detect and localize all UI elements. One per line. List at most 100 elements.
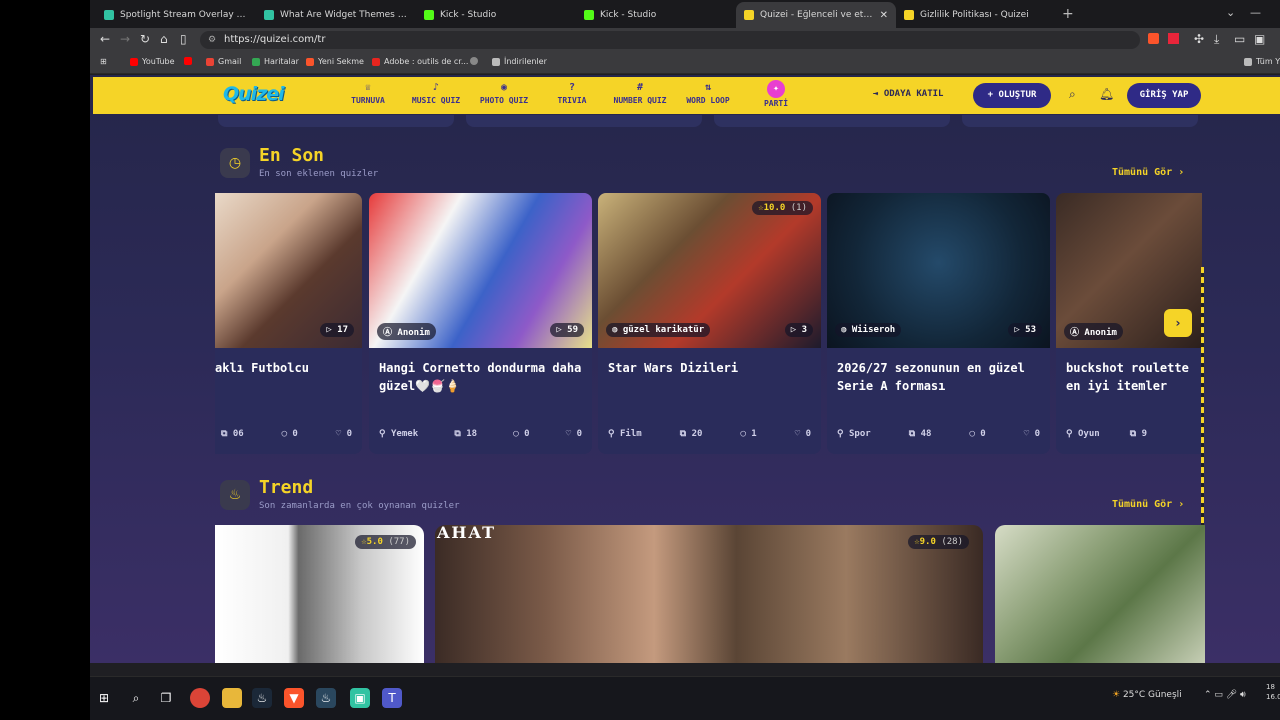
comments-stat: ◯ 0 (969, 429, 985, 439)
task-view-icon[interactable]: ❐ (156, 688, 176, 708)
minimize-icon[interactable]: — (1250, 6, 1261, 19)
file-explorer-icon[interactable] (222, 688, 242, 708)
author-badge[interactable]: ◍ güzel karikatür (606, 323, 711, 337)
bookmark-new-tab[interactable]: Yeni Sekme (306, 57, 364, 66)
nav-trivia[interactable]: ? TRIVIA (537, 82, 607, 105)
tab-4-active[interactable]: Quizei - Eğlenceli ve etkileşimli q ✕ (736, 2, 896, 28)
carousel-next-button[interactable]: › (1164, 309, 1192, 337)
nav-number-quiz[interactable]: # NUMBER QUIZ (605, 82, 675, 105)
bookmark-adobe[interactable]: Adobe : outils de cr... (372, 57, 468, 66)
nav-music-quiz[interactable]: ♪ MUSIC QUIZ (401, 82, 471, 105)
trend-see-all-link[interactable]: Tümünü Gör › (1112, 499, 1184, 510)
trend-card[interactable] (995, 525, 1205, 663)
nav-word-loop[interactable]: ⇅ WORD LOOP (673, 82, 743, 105)
quiz-card-title: 2026/27 sezonunun en güzel Serie A forma… (837, 361, 1025, 393)
category-label: Yemek (391, 429, 419, 439)
steam-app-icon[interactable]: ♨ (316, 688, 336, 708)
likes-count: 0 (805, 429, 811, 439)
bookmark-maps[interactable]: Haritalar (252, 57, 299, 66)
streamlabs-icon[interactable]: ▣ (350, 688, 370, 708)
plays-badge: ▷ 17 (320, 323, 354, 337)
tab-0[interactable]: Spotlight Stream Overlay | Streamlab (96, 2, 256, 28)
bell-icon[interactable]: 🔔︎ (1099, 87, 1114, 101)
nav-turnuva[interactable]: ♕ TURNUVA (333, 82, 403, 105)
close-tab-icon[interactable]: ✕ (880, 10, 888, 21)
join-room-button[interactable]: ⇥ ODAYA KATIL (873, 89, 943, 99)
questions-icon: ⧉ (908, 429, 921, 439)
trend-card[interactable]: AHAT ☆9.0 (28) (435, 525, 983, 663)
forward-icon[interactable]: → (120, 32, 130, 46)
search-icon[interactable]: ⌕ (1069, 87, 1076, 102)
author-badge[interactable]: Ⓐ Anonim (1064, 323, 1123, 340)
back-icon[interactable]: ← (100, 32, 110, 46)
bookmark-downloads[interactable]: İndirilenler (492, 57, 547, 66)
heart-icon: ♡ (565, 429, 577, 439)
tab-title: Gizlilik Politikası - Quizei (920, 10, 1029, 20)
tab-5[interactable]: Gizlilik Politikası - Quizei (896, 2, 1056, 28)
site-info-icon[interactable]: ⚙ (208, 31, 216, 49)
brave-icon[interactable]: ▼ (284, 688, 304, 708)
comment-icon: ◯ (513, 429, 525, 439)
teams-icon[interactable]: T (382, 688, 402, 708)
extensions-icon[interactable]: ✣ (1194, 32, 1204, 46)
questions-stat: ⧉ 9 (1130, 429, 1147, 439)
brave-shield-icon[interactable] (1148, 33, 1159, 44)
heart-icon: ♡ (335, 429, 347, 439)
tag-icon: ⚲ (1066, 429, 1079, 439)
questions-icon: ⧉ (679, 429, 692, 439)
home-icon[interactable]: ⌂ (160, 32, 168, 46)
chevron-down-icon[interactable]: ⌄ (1226, 6, 1235, 19)
trend-section-title: Trend (259, 477, 314, 498)
sidebar-icon[interactable]: ▭ (1234, 32, 1245, 46)
download-icon[interactable]: ⤓ (1214, 32, 1219, 47)
trend-card[interactable]: ☆5.0 (77) (215, 525, 424, 663)
create-button[interactable]: + OLUŞTUR (973, 83, 1051, 108)
rating-value: 5.0 (366, 537, 383, 547)
clock[interactable]: 18 16.0 (1266, 682, 1280, 702)
brave-rewards-icon[interactable] (1168, 33, 1179, 44)
tab-3[interactable]: Kick - Studio (576, 2, 736, 28)
reload-icon[interactable]: ↻ (140, 32, 150, 46)
heart-icon: ♡ (1023, 429, 1035, 439)
quiz-card[interactable]: Ⓐ Anonim ▷ 59 Hangi Cornetto dondurma da… (369, 193, 592, 454)
quiz-card[interactable]: ▷ 17 aklı Futbolcu ⧉ 06 ◯ 0 ♡ 0 (215, 193, 362, 454)
latest-see-all-link[interactable]: Tümünü Gör › (1112, 167, 1184, 178)
avatar-icon: Ⓐ (383, 328, 398, 338)
join-label: ODAYA KATIL (883, 89, 944, 99)
bookmark-icon[interactable]: ▯ (180, 32, 187, 46)
author-badge[interactable]: ◍ Wiiseroh (835, 323, 902, 337)
tab-2[interactable]: Kick - Studio (416, 2, 576, 28)
url-field[interactable]: ⚙ https://quizei.com/tr (200, 31, 1140, 49)
search-icon[interactable]: ⌕ (126, 688, 146, 708)
system-tray-icons[interactable]: ⌃ ▭ 🎤︎ 🔊︎ (1204, 690, 1246, 700)
bookmark-youtube[interactable]: YouTube (130, 57, 175, 66)
nav-photo-quiz[interactable]: ◉ PHOTO QUIZ (469, 82, 539, 105)
author-badge[interactable]: Ⓐ Anonim (377, 323, 436, 340)
wallet-icon[interactable]: ▣ (1254, 32, 1265, 46)
apps-icon[interactable]: ⊞ (100, 57, 107, 66)
bookmark-globe[interactable] (470, 57, 482, 65)
steam-icon[interactable]: ♨ (252, 688, 272, 708)
quiz-card[interactable]: ◍ Wiiseroh ▷ 53 2026/27 sezonunun en güz… (827, 193, 1050, 454)
windows-start-icon[interactable]: ⊞ (94, 688, 114, 708)
chrome-icon[interactable] (190, 688, 210, 708)
hash-icon: # (636, 82, 644, 93)
music-icon: ♪ (432, 82, 440, 93)
quiz-card-title: aklı Futbolcu (215, 361, 309, 375)
tab-bar: Spotlight Stream Overlay | Streamlab Wha… (90, 0, 1280, 28)
nav-label: TURNUVA (351, 96, 385, 105)
bookmark-gmail[interactable]: Gmail (206, 57, 241, 66)
category-label: Spor (849, 429, 871, 439)
clock-time: 18 (1266, 683, 1275, 691)
weather-widget[interactable]: ☀ 25°C Güneşli (1112, 690, 1182, 700)
bookmark-youtube-2[interactable] (184, 57, 196, 65)
quiz-card[interactable]: ☆10.0 (1) ◍ güzel karikatür ▷ 3 Star War… (598, 193, 821, 454)
login-button[interactable]: GİRİŞ YAP (1127, 83, 1201, 108)
nav-parti[interactable]: ✦ PARTİ (741, 80, 811, 108)
new-tab-icon[interactable]: + (1062, 6, 1074, 22)
comments-stat: ◯ 0 (513, 429, 529, 439)
all-bookmarks[interactable]: Tüm Y (1244, 57, 1280, 66)
download-icon (492, 57, 500, 66)
site-logo[interactable]: Quizei (223, 83, 285, 105)
tab-1[interactable]: What Are Widget Themes and How t (256, 2, 416, 28)
